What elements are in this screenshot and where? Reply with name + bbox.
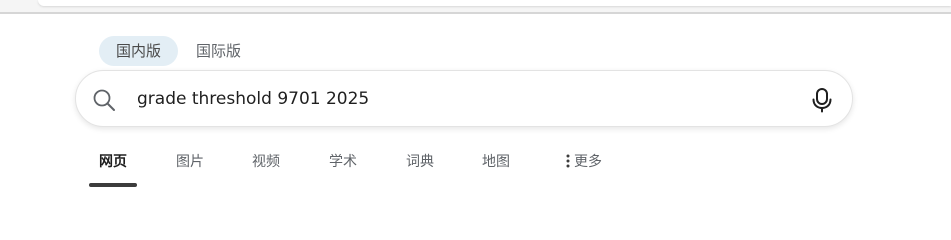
tab-dictionary[interactable]: 词典	[406, 150, 434, 176]
search-box[interactable]	[75, 70, 853, 127]
tab-videos[interactable]: 视频	[252, 150, 280, 176]
search-input[interactable]	[137, 85, 777, 113]
region-switcher: 国内版 国际版	[99, 36, 259, 66]
tab-academic[interactable]: 学术	[329, 150, 357, 176]
search-icon[interactable]	[91, 87, 117, 113]
more-vertical-icon	[566, 154, 570, 168]
region-tab-domestic[interactable]: 国内版	[99, 36, 179, 66]
region-tab-international[interactable]: 国际版	[179, 36, 258, 66]
top-panel-edge	[38, 0, 951, 6]
tab-maps[interactable]: 地图	[482, 150, 510, 176]
active-tab-indicator	[89, 183, 137, 187]
vertical-nav-tabs: 网页 图片 视频 学术 词典 地图 更多	[0, 150, 951, 190]
tab-more[interactable]: 更多	[566, 150, 602, 176]
search-results-header: 国内版 国际版 网页 图片 视频 学术 词典 地图	[0, 0, 951, 204]
browser-top-strip	[0, 0, 951, 12]
search-icon-glyph	[93, 89, 115, 111]
tab-images[interactable]: 图片	[176, 150, 204, 176]
microphone-icon[interactable]	[810, 87, 834, 113]
tab-web[interactable]: 网页	[99, 150, 127, 176]
microphone-icon-glyph	[812, 88, 832, 113]
header-divider	[0, 12, 951, 14]
tab-more-label: 更多	[574, 154, 602, 170]
